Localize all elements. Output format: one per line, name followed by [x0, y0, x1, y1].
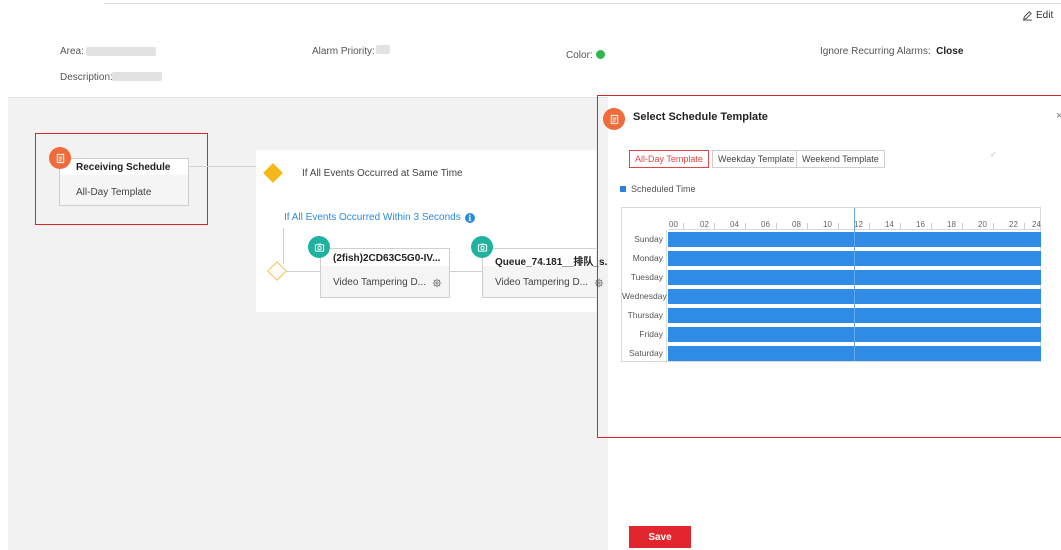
schedule-template-name: All-Day Template [76, 187, 152, 198]
edit-label: Edit [1036, 10, 1054, 21]
schedule-row-friday[interactable]: Friday [622, 325, 1042, 344]
hour-tick [714, 223, 715, 229]
weekend-template-button[interactable]: Weekend Template [796, 150, 885, 168]
ignore-recurring-text: Ignore Recurring Alarms: [820, 46, 931, 57]
camera-node-2[interactable]: Queue_74.181__排队_s... Video Tampering D.… [482, 248, 613, 298]
legend-label: Scheduled Time [631, 184, 696, 194]
hour-label: 02 [700, 220, 709, 229]
rule-time-window-text: If All Events Occurred Within 3 Seconds [284, 212, 461, 223]
panel-title: Select Schedule Template [633, 111, 768, 123]
schedule-row-tuesday[interactable]: Tuesday [622, 268, 1042, 287]
hour-tick [993, 223, 994, 229]
rule-condition-text: If All Events Occurred at Same Time [302, 168, 463, 179]
pencil-icon [1022, 11, 1033, 21]
connector-line [450, 271, 482, 272]
hour-label: 14 [885, 220, 894, 229]
hour-tick [931, 223, 932, 229]
hour-label: 12 [854, 220, 863, 229]
hour-tick [869, 223, 870, 229]
all-day-template-button[interactable]: All-Day Template [629, 150, 709, 168]
ignore-recurring-value: Close [936, 46, 964, 57]
weekday-template-button[interactable]: Weekday Template [712, 150, 801, 168]
hour-label: 08 [792, 220, 801, 229]
hour-tick [900, 223, 901, 229]
camera-event: Video Tampering D... [333, 277, 427, 288]
legend-swatch [620, 186, 626, 192]
camera-icon [471, 236, 493, 258]
connector-line [190, 166, 266, 167]
day-label: Friday [622, 325, 667, 344]
description-value-redacted [112, 72, 162, 81]
schedule-row-thursday[interactable]: Thursday [622, 306, 1042, 325]
rule-time-window-link[interactable]: If All Events Occurred Within 3 Seconds … [284, 212, 475, 223]
camera-event-row: Video Tampering D... [495, 277, 604, 288]
hour-tick [962, 223, 963, 229]
hour-header: 00 02 04 06 08 10 12 14 16 18 20 22 24 [668, 208, 1042, 230]
close-icon[interactable]: × [1056, 110, 1061, 122]
ignore-recurring-label: Ignore Recurring Alarms: Close [820, 46, 963, 57]
area-label: Area: [60, 46, 84, 57]
top-divider [104, 3, 1061, 4]
hour-tick [776, 223, 777, 229]
check-icon: ✓ [990, 150, 997, 159]
connector-line-vertical [283, 228, 284, 264]
document-icon [49, 147, 71, 169]
camera-title: Queue_74.181__排队_s... [495, 257, 613, 268]
color-swatch [596, 50, 605, 59]
schedule-row-saturday[interactable]: Saturday [622, 344, 1042, 363]
hour-tick [807, 223, 808, 229]
alarm-priority-label: Alarm Priority: [312, 46, 375, 57]
schedule-row-monday[interactable]: Monday [622, 249, 1042, 268]
day-label: Saturday [622, 344, 667, 363]
schedule-row-wednesday[interactable]: Wednesday [622, 287, 1042, 306]
hour-tick [838, 223, 839, 229]
day-label: Thursday [622, 306, 667, 325]
camera-title: (2fish)2CD63C5G0-IV... [333, 253, 441, 264]
gear-icon[interactable] [432, 278, 442, 288]
connector-line [286, 271, 320, 272]
hour-label: 10 [823, 220, 832, 229]
save-button[interactable]: Save [629, 526, 691, 548]
hour-label: 22 [1009, 220, 1018, 229]
schedule-row-sunday[interactable]: Sunday [622, 230, 1042, 249]
hour-label: 20 [978, 220, 987, 229]
day-label: Tuesday [622, 268, 667, 287]
day-label: Sunday [622, 230, 667, 249]
hour-label: 04 [730, 220, 739, 229]
info-icon[interactable]: i [464, 212, 475, 223]
color-label: Color: [566, 50, 593, 61]
day-label: Monday [622, 249, 667, 268]
camera-node-1[interactable]: (2fish)2CD63C5G0-IV... Video Tampering D… [320, 248, 450, 298]
hour-label: 06 [761, 220, 770, 229]
camera-event: Video Tampering D... [495, 277, 589, 288]
area-value-redacted [86, 47, 156, 56]
hour-label: 18 [947, 220, 956, 229]
hour-tick [745, 223, 746, 229]
alarm-priority-value-redacted [376, 45, 390, 54]
document-icon [603, 108, 625, 130]
description-label: Description: [60, 72, 113, 83]
edit-button[interactable]: Edit [1022, 10, 1053, 21]
hour-label: 24 [1032, 220, 1041, 229]
hour-tick [683, 223, 684, 229]
hour-label: 16 [916, 220, 925, 229]
camera-icon [308, 236, 330, 258]
camera-event-row: Video Tampering D... [333, 277, 442, 288]
day-label: Wednesday [622, 287, 667, 306]
hour-tick [1024, 223, 1025, 229]
schedule-grid[interactable]: 00 02 04 06 08 10 12 14 16 18 20 22 24 S… [621, 207, 1042, 363]
hour-label: 00 [669, 220, 678, 229]
schedule-title: Receiving Schedule [76, 162, 171, 173]
alarm-info-panel [0, 30, 1061, 98]
receiving-schedule-node[interactable]: Receiving Schedule All-Day Template [59, 158, 189, 206]
noon-marker [854, 208, 855, 361]
